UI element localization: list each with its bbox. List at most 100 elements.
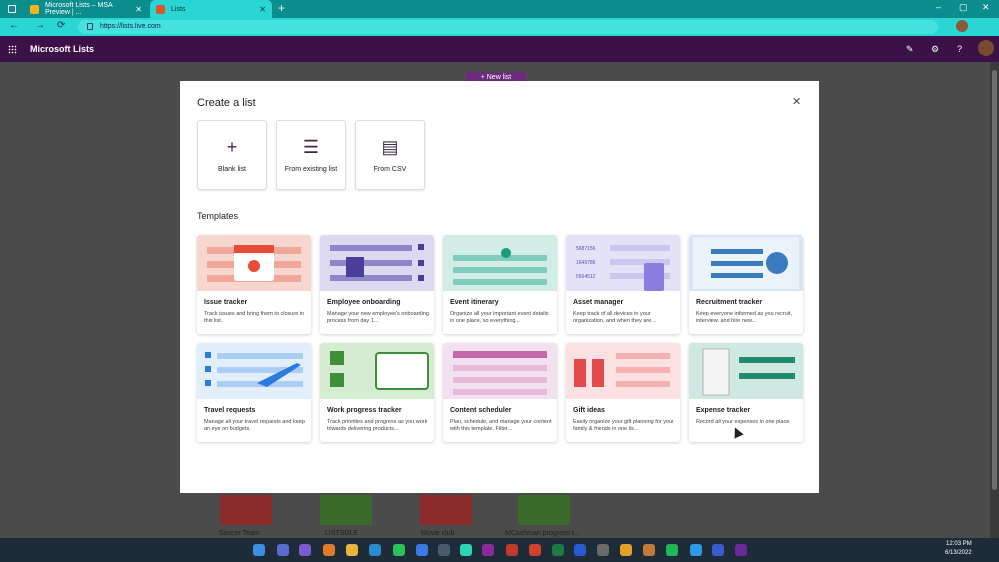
- template-issue-tracker[interactable]: Issue tracker Track issues and bring the…: [197, 235, 311, 334]
- tab-label: Lists: [171, 5, 186, 13]
- search-icon[interactable]: [277, 544, 289, 556]
- template-description: Manage your new employee's onboarding pr…: [327, 311, 429, 324]
- file-explorer-icon[interactable]: [346, 544, 358, 556]
- minimize-icon[interactable]: –: [936, 2, 941, 12]
- app-icon[interactable]: [735, 544, 747, 556]
- new-tab-icon[interactable]: +: [278, 1, 285, 15]
- asset-number: 1649786: [576, 260, 596, 266]
- close-window-icon[interactable]: ✕: [982, 2, 990, 13]
- widgets-icon[interactable]: [323, 544, 335, 556]
- app-icon[interactable]: [597, 544, 609, 556]
- back-icon[interactable]: ←: [9, 20, 19, 31]
- close-tab-icon[interactable]: ✕: [259, 5, 266, 14]
- list-lines-icon: ☰: [302, 137, 320, 157]
- list-card-label: MCashman progress t...: [505, 530, 580, 537]
- issue-tracker-thumbnail: [197, 235, 311, 291]
- app-icon[interactable]: [712, 544, 724, 556]
- source-label: From CSV: [373, 166, 407, 173]
- travel-requests-thumbnail: [197, 343, 311, 399]
- app-icon[interactable]: [529, 544, 541, 556]
- twitter-icon[interactable]: [690, 544, 702, 556]
- event-itinerary-thumbnail: [443, 235, 557, 291]
- template-name: Content scheduler: [450, 407, 512, 414]
- list-card[interactable]: [220, 495, 272, 525]
- csv-file-icon: ▤: [381, 137, 399, 157]
- maximize-icon[interactable]: ▢: [959, 2, 968, 13]
- template-gift-ideas[interactable]: Gift ideas Easily organize your gift pla…: [566, 343, 680, 442]
- template-description: Keep track of all devices in your organi…: [573, 311, 656, 324]
- source-label: From existing list: [284, 166, 338, 173]
- excel-icon[interactable]: [552, 544, 564, 556]
- template-event-itinerary[interactable]: Event itinerary Organize all your import…: [443, 235, 557, 334]
- settings-icon[interactable]: ⚙: [931, 44, 939, 55]
- template-travel-requests[interactable]: Travel requests Manage all your travel r…: [197, 343, 311, 442]
- app-icon[interactable]: [506, 544, 518, 556]
- app-header: Microsoft Lists ✎ ⚙ ?: [0, 36, 999, 62]
- taskbar: [0, 538, 999, 562]
- edge-icon[interactable]: [369, 544, 381, 556]
- template-description: Keep everyone informed as you recruit, i…: [696, 311, 792, 324]
- list-card-label: LISTSDLE: [325, 530, 359, 537]
- browser-window: Microsoft Lists – MSA Preview | ... ✕ Li…: [0, 0, 999, 562]
- user-avatar[interactable]: [978, 40, 994, 56]
- tab-strip: Microsoft Lists – MSA Preview | ... ✕ Li…: [0, 0, 999, 18]
- template-content-scheduler[interactable]: Content scheduler Plan, schedule, and ma…: [443, 343, 557, 442]
- profile-avatar[interactable]: [956, 20, 968, 32]
- clock-date: 6/13/2022: [945, 550, 972, 556]
- template-employee-onboarding[interactable]: Employee onboarding Manage your new empl…: [320, 235, 434, 334]
- system-clock[interactable]: 12:03 PM 6/13/2022: [945, 540, 972, 558]
- forward-icon[interactable]: →: [35, 20, 45, 31]
- feedback-icon[interactable]: ✎: [906, 44, 914, 55]
- template-description: Manage all your travel requests and keep…: [204, 419, 305, 432]
- edge-dev-icon[interactable]: [460, 544, 472, 556]
- refresh-icon[interactable]: ⟳: [57, 20, 65, 31]
- tab-label: Microsoft Lists – MSA Preview | ...: [45, 2, 113, 16]
- template-recruitment-tracker[interactable]: Recruitment tracker Keep everyone inform…: [689, 235, 803, 334]
- dialog-title: Create a list: [197, 97, 256, 109]
- onenote-icon[interactable]: [482, 544, 494, 556]
- gift-ideas-thumbnail: [566, 343, 680, 399]
- from-csv-card[interactable]: ▤ From CSV: [355, 120, 425, 190]
- list-card[interactable]: [518, 495, 570, 525]
- app-launcher-icon[interactable]: [8, 45, 17, 54]
- clock-time: 12:03 PM: [946, 541, 972, 547]
- teams-icon[interactable]: [299, 544, 311, 556]
- content-scheduler-thumbnail: [443, 343, 557, 399]
- close-icon[interactable]: ✕: [792, 95, 801, 108]
- url-field[interactable]: https://lists.live.com: [78, 20, 938, 34]
- template-name: Travel requests: [204, 407, 256, 414]
- recruitment-tracker-thumbnail: [689, 235, 803, 291]
- template-name: Gift ideas: [573, 407, 605, 414]
- list-card[interactable]: [320, 495, 372, 525]
- address-bar: ← → ⟳ https://lists.live.com: [0, 18, 999, 36]
- close-tab-icon[interactable]: ✕: [135, 5, 142, 14]
- chrome-icon[interactable]: [620, 544, 632, 556]
- whatsapp-icon[interactable]: [393, 544, 405, 556]
- help-icon[interactable]: ?: [957, 44, 962, 54]
- templates-heading: Templates: [197, 211, 239, 221]
- app-icon[interactable]: [416, 544, 428, 556]
- app-icon[interactable]: [643, 544, 655, 556]
- tab-actions-icon[interactable]: [8, 5, 16, 13]
- tab-lists[interactable]: Lists ✕: [150, 0, 272, 18]
- app-title[interactable]: Microsoft Lists: [30, 44, 94, 54]
- blank-list-card[interactable]: + Blank list: [197, 120, 267, 190]
- template-description: Easily organize your gift planning for y…: [573, 419, 674, 432]
- work-progress-tracker-thumbnail: [320, 343, 434, 399]
- scrollbar-thumb[interactable]: [992, 70, 997, 490]
- template-name: Issue tracker: [204, 299, 248, 306]
- spotify-icon[interactable]: [666, 544, 678, 556]
- template-expense-tracker[interactable]: Expense tracker Record all your expenses…: [689, 343, 803, 442]
- app-icon[interactable]: [574, 544, 586, 556]
- start-icon[interactable]: [253, 544, 265, 556]
- template-name: Event itinerary: [450, 299, 499, 306]
- asset-manager-thumbnail: 5687156 1649786 5564512: [566, 235, 680, 291]
- template-description: Organize all your important event detail…: [450, 311, 549, 324]
- template-work-progress-tracker[interactable]: Work progress tracker Track priorities a…: [320, 343, 434, 442]
- tab-microsoft-lists[interactable]: Microsoft Lists – MSA Preview | ... ✕: [24, 0, 148, 18]
- list-card[interactable]: [420, 495, 472, 525]
- asset-number: 5564512: [576, 274, 596, 280]
- template-asset-manager[interactable]: 5687156 1649786 5564512 Asset manager Ke…: [566, 235, 680, 334]
- app-icon[interactable]: [438, 544, 450, 556]
- from-existing-list-card[interactable]: ☰ From existing list: [276, 120, 346, 190]
